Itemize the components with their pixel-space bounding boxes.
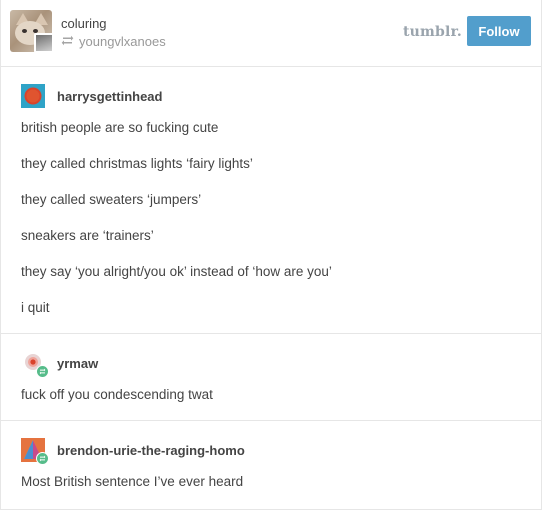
entry-text-line: british people are so fucking cute [21,120,219,135]
reblog-source-name[interactable]: youngvlxanoes [79,34,166,49]
post-header: coluring youngvlxanoes tumblr. Follow [1,0,541,67]
reblog-source-avatar[interactable] [34,33,54,53]
entry-header: harrysgettinhead [21,84,162,108]
entry-text-line: Most British sentence I’ve ever heard [21,474,244,489]
reblog-entry: brendon-urie-the-raging-homo Most Britis… [1,422,541,510]
tumblr-logo[interactable]: tumblr. [403,24,462,40]
entry-text-line: they called sweaters ‘jumpers’ [21,192,202,207]
entry-username[interactable]: brendon-urie-the-raging-homo [57,443,245,458]
entry-text-line: they say ‘you alright/you ok’ instead of… [21,264,332,279]
reblogged-from: youngvlxanoes [61,34,166,49]
reblog-icon [61,34,74,49]
red-circle-avatar-icon[interactable] [21,84,45,108]
entry-header: brendon-urie-the-raging-homo [21,438,245,465]
reblog-badge-icon [36,452,49,465]
entry-text-line: fuck off you condescending twat [21,387,213,402]
cat-eye-left [22,29,27,33]
entry-text-line: sneakers are ‘trainers’ [21,228,154,243]
pyramid-avatar-icon[interactable] [21,438,49,465]
entry-text-line: i quit [21,300,50,315]
entry-header: yrmaw [21,351,98,378]
entry-text-line: they called christmas lights ‘fairy ligh… [21,156,253,171]
reblog-badge-icon [36,365,49,378]
entry-username[interactable]: yrmaw [57,356,98,371]
follow-button[interactable]: Follow [467,16,531,46]
target-avatar-icon[interactable] [21,351,49,378]
blog-name[interactable]: coluring [61,16,107,31]
reblog-card: coluring youngvlxanoes tumblr. Follow ha… [0,0,542,510]
entry-username[interactable]: harrysgettinhead [57,89,162,104]
reblog-entry: harrysgettinhead british people are so f… [1,68,541,334]
reblog-entry: yrmaw fuck off you condescending twat [1,335,541,421]
